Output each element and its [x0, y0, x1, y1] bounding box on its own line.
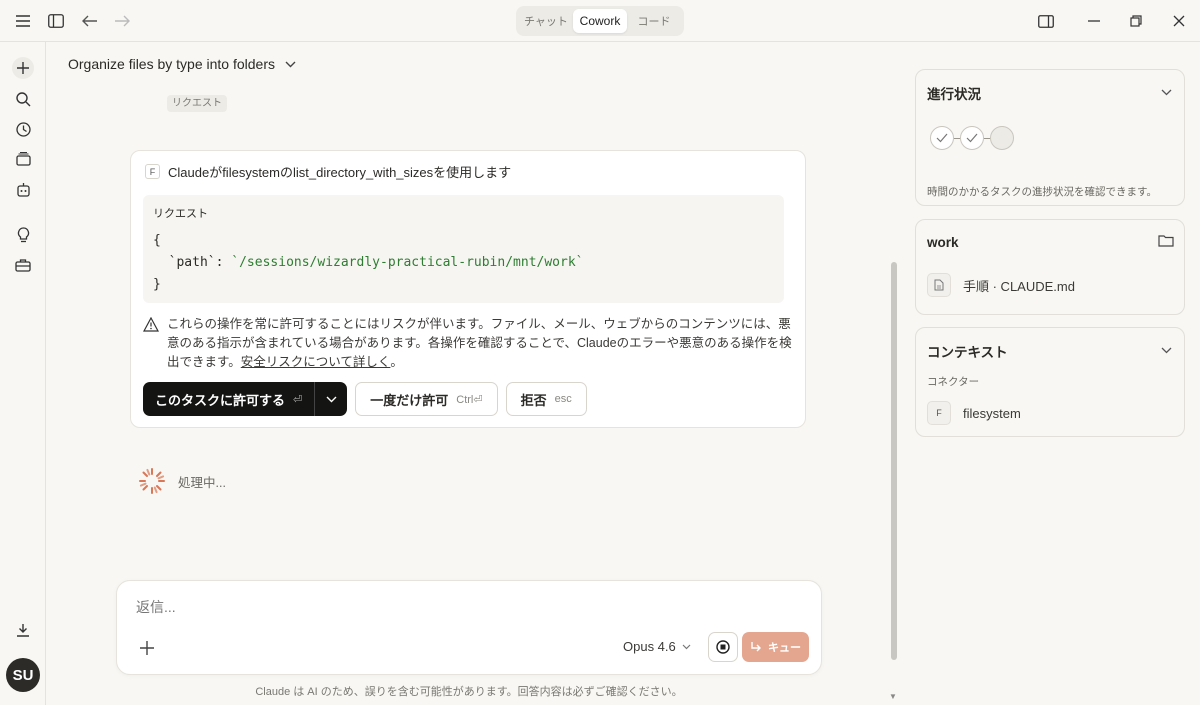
new-task-plus-icon[interactable]: [12, 57, 34, 79]
allow-once-label: 一度だけ許可: [370, 392, 449, 408]
tool-call-text: Claudeがfilesystemのlist_directory_with_si…: [168, 165, 512, 180]
main-scrollbar[interactable]: [891, 262, 897, 660]
allow-once-button[interactable]: 一度だけ許可 Ctrl⏎: [355, 382, 498, 416]
step-done-check-icon: [960, 126, 984, 150]
history-clock-icon[interactable]: [12, 118, 34, 140]
permission-card: F Claudeがfilesystemのlist_directory_with_…: [130, 150, 806, 428]
allow-once-shortcut: Ctrl⏎: [456, 393, 483, 406]
code-close-brace: }: [153, 277, 161, 292]
queue-arrow-icon: [751, 642, 761, 652]
chevron-down-icon: [682, 644, 691, 649]
model-name: Opus 4.6: [623, 639, 676, 654]
spinner-icon: [139, 468, 165, 494]
work-panel: work 手順 · CLAUDE.md: [915, 219, 1185, 315]
tool-call-header: F Claudeがfilesystemのlist_directory_with_…: [145, 162, 511, 181]
tab-cowork[interactable]: Cowork: [573, 9, 627, 33]
warning-triangle-icon: [143, 317, 159, 332]
work-title: work: [927, 235, 959, 250]
document-icon: [927, 273, 951, 297]
code-label: リクエスト: [153, 208, 208, 220]
toggle-sidebar-icon[interactable]: [45, 10, 67, 32]
permission-buttons: このタスクに許可する ⏎ 一度だけ許可 Ctrl⏎ 拒否 esc: [143, 382, 587, 416]
progress-description: 時間のかかるタスクの進捗状況を確認できます。: [927, 186, 1157, 198]
deny-button[interactable]: 拒否 esc: [505, 382, 587, 416]
queue-button[interactable]: キュー: [742, 632, 809, 662]
connector-name: filesystem: [963, 405, 1021, 421]
main-content: Organize files by type into folders リクエス…: [46, 42, 900, 705]
minimize-icon[interactable]: [1083, 10, 1105, 32]
chevron-down-icon: [326, 396, 337, 402]
chevron-down-icon: [285, 61, 296, 67]
tab-chat[interactable]: チャット: [519, 9, 573, 33]
allow-task-button-group: このタスクに許可する ⏎: [143, 382, 348, 416]
open-folder-icon[interactable]: [1158, 232, 1174, 248]
filesystem-badge-icon: F: [927, 401, 951, 425]
code-key: `path`:: [153, 255, 232, 270]
request-chip: リクエスト: [167, 95, 227, 112]
close-icon[interactable]: [1168, 10, 1190, 32]
request-code-block: リクエスト { `path`: `/sessions/wizardly-prac…: [143, 195, 784, 303]
lightbulb-icon[interactable]: [12, 224, 34, 246]
processing-indicator: 処理中...: [138, 467, 226, 495]
progress-steps: [930, 126, 1014, 150]
menu-icon[interactable]: [12, 10, 34, 32]
code-path-value: `/sessions/wizardly-practical-rubin/mnt/…: [231, 255, 584, 270]
allow-task-button[interactable]: このタスクに許可する ⏎: [143, 382, 316, 416]
allow-task-shortcut: ⏎: [293, 393, 303, 406]
file-item-claude-md[interactable]: 手順 · CLAUDE.md: [927, 273, 1075, 297]
collapse-chevron-icon[interactable]: [1158, 84, 1174, 100]
progress-panel: 進行状況 時間のかかるタスクの進捗状況を確認できます。: [915, 69, 1185, 206]
forward-arrow-icon[interactable]: [111, 10, 133, 32]
search-icon[interactable]: [12, 88, 34, 110]
allow-options-dropdown[interactable]: [315, 382, 347, 416]
toggle-right-panel-icon[interactable]: [1035, 10, 1057, 32]
allow-task-label: このタスクに許可する: [155, 392, 286, 408]
title-bar: チャット Cowork コード: [0, 0, 1200, 42]
projects-stack-icon[interactable]: [12, 148, 34, 170]
stop-button[interactable]: [708, 632, 738, 662]
step-pending: [990, 126, 1014, 150]
safety-risk-link[interactable]: 安全リスクについて詳しく: [241, 355, 391, 369]
reply-input[interactable]: [136, 599, 536, 615]
ai-disclaimer: Claude は AI のため、誤りを含む可能性があります。回答内容は必ずご確認…: [255, 686, 683, 698]
task-title[interactable]: Organize files by type into folders: [68, 56, 296, 72]
download-icon[interactable]: [12, 619, 34, 641]
agent-robot-icon[interactable]: [12, 178, 34, 200]
task-title-text: Organize files by type into folders: [68, 56, 275, 72]
toolbox-icon[interactable]: [12, 254, 34, 276]
request-code: { `path`: `/sessions/wizardly-practical-…: [153, 230, 583, 296]
tab-code[interactable]: コード: [627, 9, 681, 33]
context-title: コンテキスト: [927, 345, 1008, 360]
deny-shortcut: esc: [554, 393, 572, 405]
connector-filesystem[interactable]: F filesystem: [927, 401, 1021, 425]
connectors-label: コネクター: [927, 376, 980, 388]
filesystem-badge-icon: F: [145, 164, 160, 179]
avatar[interactable]: SU: [6, 658, 40, 692]
queue-label: キュー: [768, 642, 801, 654]
file-name: 手順 · CLAUDE.md: [963, 278, 1075, 294]
mode-switch: チャット Cowork コード: [516, 6, 684, 36]
progress-title: 進行状況: [927, 87, 981, 102]
collapse-chevron-icon[interactable]: [1158, 342, 1174, 358]
back-arrow-icon[interactable]: [79, 10, 101, 32]
step-done-check-icon: [930, 126, 954, 150]
stop-record-icon: [716, 640, 730, 654]
composer: Opus 4.6 キュー: [116, 580, 822, 675]
context-panel: コンテキスト コネクター F filesystem: [915, 327, 1185, 437]
risk-warning: これらの操作を常に許可することにはリスクが伴います。ファイル、メール、ウェブから…: [143, 315, 793, 372]
model-selector[interactable]: Opus 4.6: [623, 639, 691, 654]
sidebar: SU: [0, 42, 46, 705]
restore-icon[interactable]: [1125, 10, 1147, 32]
add-attachment-plus-icon[interactable]: [137, 638, 157, 658]
code-open-brace: {: [153, 233, 161, 248]
deny-label: 拒否: [520, 392, 547, 408]
warning-period: 。: [390, 355, 403, 369]
processing-text: 処理中...: [178, 475, 226, 490]
scroll-down-arrow-icon[interactable]: ▼: [889, 692, 897, 701]
